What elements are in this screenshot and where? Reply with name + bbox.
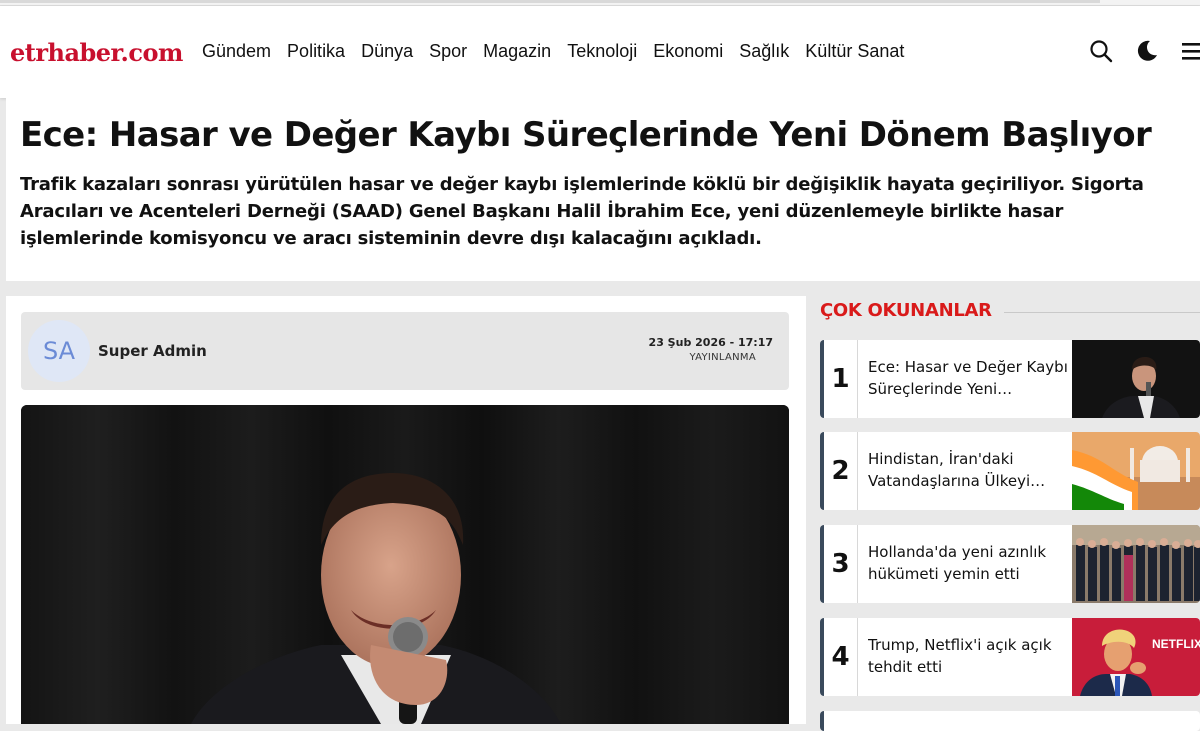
rank-number: 4 <box>824 618 858 696</box>
published-date: 23 Şub 2026 - 17:17 <box>648 336 773 349</box>
thumb-image-2[interactable] <box>1072 432 1200 510</box>
published-label: YAYINLANMA <box>689 352 756 363</box>
most-read-item-5[interactable] <box>820 711 1200 731</box>
thumb-image-1[interactable] <box>1072 340 1200 418</box>
site-header: etrhaber.com Gündem Politika Dünya Spor … <box>0 6 1200 98</box>
most-read-item-4[interactable]: 4 Trump, Netflix'i açık açık tehdit etti… <box>820 618 1200 696</box>
search-icon[interactable] <box>1088 38 1114 64</box>
article-summary: Trafik kazaları sonrası yürütülen hasar … <box>20 174 1144 249</box>
menu-item-magazin[interactable]: Magazin <box>483 41 551 62</box>
most-read-item-title[interactable]: Ece: Hasar ve Değer Kaybı Süreçlerinde Y… <box>868 356 1072 400</box>
avatar[interactable]: SA <box>28 320 90 382</box>
site-logo[interactable]: etrhaber.com <box>10 38 183 67</box>
rank-number: 2 <box>824 432 858 510</box>
scrollbar-track <box>0 0 1100 3</box>
menu-item-saglik[interactable]: Sağlık <box>739 41 789 62</box>
article-title: Ece: Hasar ve Değer Kaybı Süreçlerinde Y… <box>20 115 1152 155</box>
most-read-item-2[interactable]: 2 Hindistan, İran'daki Vatandaşlarına Ül… <box>820 432 1200 510</box>
most-read-item-title[interactable]: Hollanda'da yeni azınlık hükümeti yemin … <box>868 541 1072 585</box>
article-header: Ece: Hasar ve Değer Kaybı Süreçlerinde Y… <box>6 98 1200 281</box>
menu-item-politika[interactable]: Politika <box>287 41 345 62</box>
sidebar: ÇOK OKUNANLAR 1 Ece: Hasar ve Değer Kayb… <box>806 281 1200 731</box>
most-read-item-1[interactable]: 1 Ece: Hasar ve Değer Kaybı Süreçlerinde… <box>820 340 1200 418</box>
main-menu: Gündem Politika Dünya Spor Magazin Tekno… <box>202 41 920 62</box>
menu-item-teknoloji[interactable]: Teknoloji <box>567 41 637 62</box>
article-hero-image <box>21 405 789 724</box>
most-read-item-title[interactable]: Hindistan, İran'daki Vatandaşlarına Ülke… <box>868 448 1072 492</box>
menu-item-spor[interactable]: Spor <box>429 41 467 62</box>
thumb-image-4[interactable]: NETFLIX <box>1072 618 1200 696</box>
article-main: SA Super Admin 23 Şub 2026 - 17:17 YAYIN… <box>6 296 806 724</box>
moon-icon[interactable] <box>1133 38 1159 64</box>
most-read-title: ÇOK OKUNANLAR <box>820 300 992 321</box>
author-name[interactable]: Super Admin <box>98 342 207 360</box>
hamburger-menu-icon[interactable] <box>1180 38 1200 64</box>
author-box: SA Super Admin 23 Şub 2026 - 17:17 YAYIN… <box>21 312 789 390</box>
hero-photo-illustration <box>21 405 789 724</box>
most-read-item-title[interactable]: Trump, Netflix'i açık açık tehdit etti <box>868 634 1072 678</box>
netflix-logo-text: NETFLIX <box>1152 637 1200 651</box>
menu-item-ekonomi[interactable]: Ekonomi <box>653 41 723 62</box>
header-icons <box>1070 38 1200 68</box>
thumb-image-3[interactable] <box>1072 525 1200 603</box>
rank-number: 3 <box>824 525 858 603</box>
rank-number: 1 <box>824 340 858 418</box>
title-divider <box>1004 312 1200 313</box>
menu-item-gundem[interactable]: Gündem <box>202 41 271 62</box>
menu-item-kultur-sanat[interactable]: Kültür Sanat <box>805 41 904 62</box>
most-read-item-3[interactable]: 3 Hollanda'da yeni azınlık hükümeti yemi… <box>820 525 1200 603</box>
menu-item-dunya[interactable]: Dünya <box>361 41 413 62</box>
